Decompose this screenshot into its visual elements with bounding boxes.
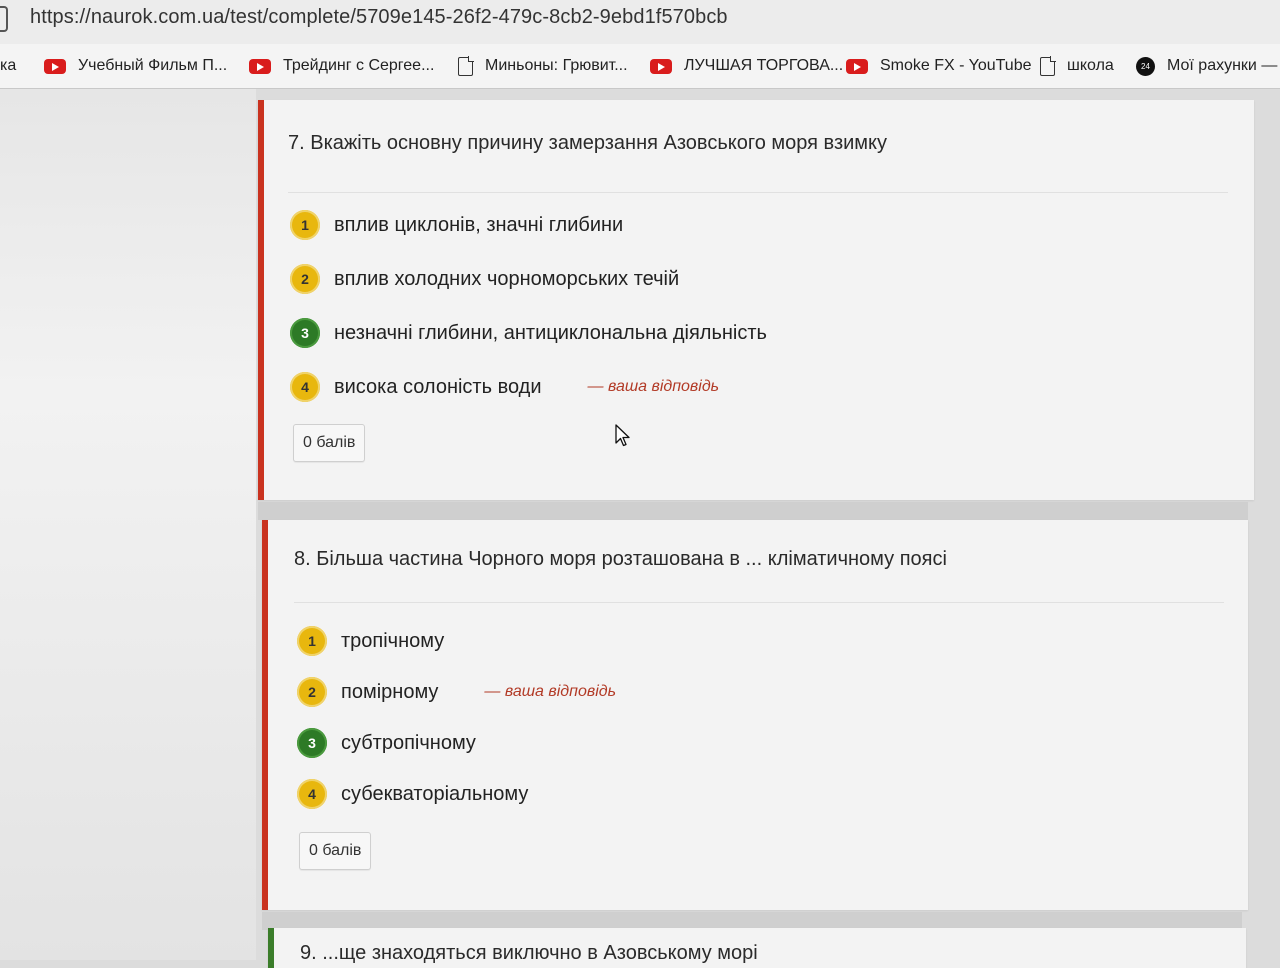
bookmark-label: Трейдинг с Сергее... bbox=[283, 57, 435, 74]
option-number-badge-correct: 3 bbox=[290, 318, 320, 348]
youtube-icon bbox=[650, 58, 672, 74]
score-badge: 0 балів bbox=[299, 832, 372, 870]
bookmark-label: Мої рахунки — Г bbox=[1167, 57, 1280, 74]
bookmark-label: ка bbox=[0, 57, 17, 74]
question-title: 9. ...ще знаходяться виключно в Азовсько… bbox=[300, 942, 758, 964]
option-text: помірному bbox=[341, 680, 439, 703]
option-number-badge: 4 bbox=[290, 372, 320, 402]
your-answer-label: — ваша відповідь bbox=[484, 683, 617, 700]
option-number-badge: 1 bbox=[290, 210, 320, 240]
bookmark-item[interactable]: Учебный Фильм П... bbox=[44, 52, 227, 80]
option-number-badge: 4 bbox=[297, 779, 327, 809]
option-text: тропічному bbox=[341, 629, 445, 652]
option-text: незначні глибини, антициклональна діяльн… bbox=[334, 321, 767, 344]
answer-option: 2 помірному — ваша відповідь bbox=[297, 677, 616, 707]
bookmark-item[interactable]: Миньоны: Грювит... bbox=[458, 52, 628, 80]
bookmark-item[interactable]: ЛУЧШАЯ ТОРГОВА... bbox=[650, 52, 843, 80]
question-card: 9. ...ще знаходяться виключно в Азовсько… bbox=[268, 928, 1246, 968]
bookmark-label: школа bbox=[1067, 57, 1114, 74]
page-margin bbox=[0, 89, 256, 960]
question-title: 7. Вкажіть основну причину замерзання Аз… bbox=[288, 132, 888, 154]
answer-option: 4 субекваторіальному bbox=[297, 779, 528, 809]
option-text: субекваторіальному bbox=[341, 782, 529, 805]
option-text: вплив холодних чорноморських течій bbox=[334, 267, 680, 290]
option-text: субтропічному bbox=[341, 731, 476, 754]
question-title: 8. Більша частина Чорного моря розташова… bbox=[294, 548, 947, 570]
answer-option: 2 вплив холодних чорноморських течій bbox=[290, 264, 679, 294]
score-badge: 0 балів bbox=[293, 424, 366, 462]
page-icon bbox=[458, 55, 474, 76]
bookmark-item[interactable]: 24 Мої рахунки — Г bbox=[1136, 52, 1280, 80]
option-number-badge: 2 bbox=[297, 677, 327, 707]
option-number-badge-correct: 3 bbox=[297, 728, 327, 758]
youtube-icon bbox=[846, 58, 868, 74]
answer-option: 4 висока солоність води — ваша відповідь bbox=[290, 372, 719, 402]
answer-option-correct: 3 субтропічному bbox=[297, 728, 476, 758]
answer-option: 1 вплив циклонів, значні глибини bbox=[290, 210, 623, 240]
card-separator bbox=[258, 502, 1248, 520]
address-bar[interactable]: https://naurok.com.ua/test/complete/5709… bbox=[0, 0, 1280, 44]
bookmark-label: Smoke FX - YouTube bbox=[880, 57, 1032, 74]
option-number-badge: 1 bbox=[297, 626, 327, 656]
question-card: 8. Більша частина Чорного моря розташова… bbox=[262, 520, 1248, 910]
account-icon: 24 bbox=[1136, 56, 1155, 76]
url-text[interactable]: https://naurok.com.ua/test/complete/5709… bbox=[30, 6, 728, 29]
bookmark-item[interactable]: школа bbox=[1040, 52, 1114, 80]
bookmark-item[interactable]: Трейдинг с Сергее... bbox=[249, 52, 434, 80]
page-icon bbox=[1040, 55, 1056, 76]
your-answer-label: — ваша відповідь bbox=[587, 378, 720, 395]
tab-edge bbox=[0, 6, 8, 32]
divider bbox=[288, 192, 1228, 193]
youtube-icon bbox=[44, 58, 66, 74]
bookmarks-bar: ка Учебный Фильм П... Трейдинг с Сергее.… bbox=[0, 44, 1280, 89]
bookmark-label: Учебный Фильм П... bbox=[78, 57, 228, 74]
option-number-badge: 2 bbox=[290, 264, 320, 294]
bookmark-label: ЛУЧШАЯ ТОРГОВА... bbox=[684, 57, 844, 74]
option-text: висока солоність води bbox=[334, 375, 542, 398]
bookmark-item[interactable]: ка bbox=[0, 52, 16, 80]
option-text: вплив циклонів, значні глибини bbox=[334, 213, 624, 236]
mouse-cursor-icon bbox=[615, 424, 630, 447]
bookmark-label: Миньоны: Грювит... bbox=[485, 57, 628, 74]
bookmark-item[interactable]: Smoke FX - YouTube bbox=[846, 52, 1032, 80]
answer-option-correct: 3 незначні глибини, антициклональна діял… bbox=[290, 318, 767, 348]
question-card: 7. Вкажіть основну причину замерзання Аз… bbox=[258, 100, 1254, 500]
divider bbox=[294, 602, 1224, 603]
answer-option: 1 тропічному bbox=[297, 626, 444, 656]
youtube-icon bbox=[249, 58, 271, 74]
